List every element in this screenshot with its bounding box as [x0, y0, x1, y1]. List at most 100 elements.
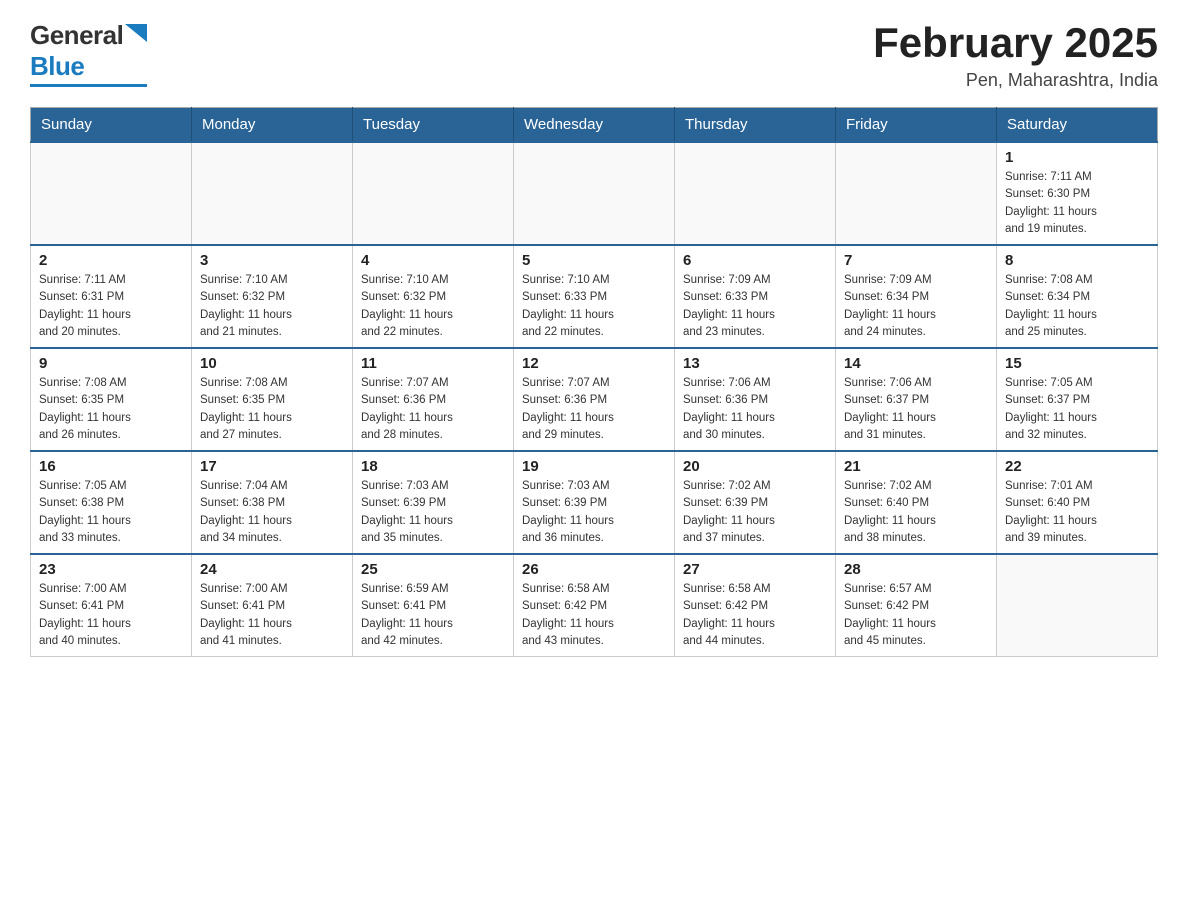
day-info: Sunrise: 7:02 AMSunset: 6:39 PMDaylight:…	[683, 478, 827, 547]
logo: General Blue	[30, 20, 147, 87]
calendar-cell: 6Sunrise: 7:09 AMSunset: 6:33 PMDaylight…	[675, 245, 836, 348]
calendar-table: SundayMondayTuesdayWednesdayThursdayFrid…	[30, 107, 1158, 657]
calendar-cell: 25 Sunrise: 6:59 AMSunset: 6:41 PMDayligh…	[353, 554, 514, 657]
day-number: 11	[361, 355, 505, 372]
week-row-1: 1 Sunrise: 7:11 AMSunset: 6:30 PMDaylight…	[31, 142, 1158, 245]
title-block: February 2025 Pen, Maharashtra, India	[873, 20, 1158, 91]
logo-underline	[30, 84, 147, 87]
day-info: Sunrise: 6:59 AMSunset: 6:41 PMDaylight:…	[361, 581, 505, 650]
calendar-cell: 8 Sunrise: 7:08 AMSunset: 6:34 PMDaylight…	[997, 245, 1158, 348]
day-number: 1	[1005, 149, 1149, 166]
day-info: Sunrise: 6:58 AMSunset: 6:42 PMDaylight:…	[683, 581, 827, 650]
day-info: Sunrise: 7:02 AMSunset: 6:40 PMDaylight:…	[844, 478, 988, 547]
day-info: Sunrise: 7:08 AMSunset: 6:34 PMDaylight:…	[1005, 272, 1149, 341]
day-number: 4	[361, 252, 505, 269]
weekday-header-wednesday: Wednesday	[514, 108, 675, 143]
day-number: 19	[522, 458, 666, 475]
day-number: 12	[522, 355, 666, 372]
day-number: 23	[39, 561, 183, 578]
calendar-cell: 22Sunrise: 7:01 AMSunset: 6:40 PMDayligh…	[997, 451, 1158, 554]
day-info: Sunrise: 7:06 AMSunset: 6:37 PMDaylight:…	[844, 375, 988, 444]
day-number: 22	[1005, 458, 1149, 475]
calendar-cell: 13 Sunrise: 7:06 AMSunset: 6:36 PMDayligh…	[675, 348, 836, 451]
day-number: 15	[1005, 355, 1149, 372]
day-number: 2	[39, 252, 183, 269]
weekday-header-friday: Friday	[836, 108, 997, 143]
week-row-4: 16 Sunrise: 7:05 AMSunset: 6:38 PMDayligh…	[31, 451, 1158, 554]
day-number: 24	[200, 561, 344, 578]
calendar-cell: 26 Sunrise: 6:58 AMSunset: 6:42 PMDayligh…	[514, 554, 675, 657]
day-number: 3	[200, 252, 344, 269]
calendar-cell: 27 Sunrise: 6:58 AMSunset: 6:42 PMDayligh…	[675, 554, 836, 657]
day-number: 5	[522, 252, 666, 269]
day-number: 8	[1005, 252, 1149, 269]
weekday-header-tuesday: Tuesday	[353, 108, 514, 143]
day-info: Sunrise: 7:03 AMSunset: 6:39 PMDaylight:…	[522, 478, 666, 547]
logo-general-text: General	[30, 20, 123, 51]
calendar-cell: 17Sunrise: 7:04 AMSunset: 6:38 PMDayligh…	[192, 451, 353, 554]
calendar-cell: 4 Sunrise: 7:10 AMSunset: 6:32 PMDaylight…	[353, 245, 514, 348]
day-number: 20	[683, 458, 827, 475]
day-number: 16	[39, 458, 183, 475]
day-info: Sunrise: 7:05 AMSunset: 6:37 PMDaylight:…	[1005, 375, 1149, 444]
weekday-header-row: SundayMondayTuesdayWednesdayThursdayFrid…	[31, 108, 1158, 143]
calendar-cell: 9Sunrise: 7:08 AMSunset: 6:35 PMDaylight…	[31, 348, 192, 451]
calendar-cell: 5 Sunrise: 7:10 AMSunset: 6:33 PMDaylight…	[514, 245, 675, 348]
weekday-header-saturday: Saturday	[997, 108, 1158, 143]
logo-triangle-icon	[125, 24, 147, 42]
calendar-cell	[675, 142, 836, 245]
calendar-cell	[997, 554, 1158, 657]
day-info: Sunrise: 6:58 AMSunset: 6:42 PMDaylight:…	[522, 581, 666, 650]
day-info: Sunrise: 7:10 AMSunset: 6:32 PMDaylight:…	[361, 272, 505, 341]
weekday-header-sunday: Sunday	[31, 108, 192, 143]
calendar-cell	[31, 142, 192, 245]
day-number: 27	[683, 561, 827, 578]
calendar-cell	[836, 142, 997, 245]
day-info: Sunrise: 7:03 AMSunset: 6:39 PMDaylight:…	[361, 478, 505, 547]
week-row-2: 2 Sunrise: 7:11 AMSunset: 6:31 PMDaylight…	[31, 245, 1158, 348]
day-info: Sunrise: 7:05 AMSunset: 6:38 PMDaylight:…	[39, 478, 183, 547]
day-number: 9	[39, 355, 183, 372]
calendar-subtitle: Pen, Maharashtra, India	[873, 70, 1158, 91]
day-info: Sunrise: 7:07 AMSunset: 6:36 PMDaylight:…	[361, 375, 505, 444]
week-row-3: 9 Sunrise: 7:08 AMSunset: 6:35 PMDaylight…	[31, 348, 1158, 451]
day-number: 13	[683, 355, 827, 372]
calendar-cell: 1 Sunrise: 7:11 AMSunset: 6:30 PMDaylight…	[997, 142, 1158, 245]
day-number: 14	[844, 355, 988, 372]
day-info: Sunrise: 7:11 AMSunset: 6:30 PMDaylight:…	[1005, 169, 1149, 238]
calendar-cell: 10 Sunrise: 7:08 AMSunset: 6:35 PMDayligh…	[192, 348, 353, 451]
day-info: Sunrise: 7:10 AMSunset: 6:32 PMDaylight:…	[200, 272, 344, 341]
day-number: 21	[844, 458, 988, 475]
day-info: Sunrise: 7:00 AMSunset: 6:41 PMDaylight:…	[39, 581, 183, 650]
day-number: 10	[200, 355, 344, 372]
calendar-cell	[192, 142, 353, 245]
calendar-title: February 2025	[873, 20, 1158, 66]
calendar-cell	[514, 142, 675, 245]
weekday-header-monday: Monday	[192, 108, 353, 143]
day-info: Sunrise: 7:08 AMSunset: 6:35 PMDaylight:…	[200, 375, 344, 444]
calendar-cell: 3 Sunrise: 7:10 AMSunset: 6:32 PMDaylight…	[192, 245, 353, 348]
day-number: 26	[522, 561, 666, 578]
day-info: Sunrise: 7:06 AMSunset: 6:36 PMDaylight:…	[683, 375, 827, 444]
day-info: Sunrise: 7:11 AMSunset: 6:31 PMDaylight:…	[39, 272, 183, 341]
day-number: 25	[361, 561, 505, 578]
logo-blue-text: Blue	[30, 51, 84, 82]
day-number: 7	[844, 252, 988, 269]
day-info: Sunrise: 7:10 AMSunset: 6:33 PMDaylight:…	[522, 272, 666, 341]
calendar-cell: 20 Sunrise: 7:02 AMSunset: 6:39 PMDayligh…	[675, 451, 836, 554]
calendar-cell	[353, 142, 514, 245]
calendar-cell: 23 Sunrise: 7:00 AMSunset: 6:41 PMDayligh…	[31, 554, 192, 657]
calendar-cell: 18Sunrise: 7:03 AMSunset: 6:39 PMDayligh…	[353, 451, 514, 554]
week-row-5: 23 Sunrise: 7:00 AMSunset: 6:41 PMDayligh…	[31, 554, 1158, 657]
calendar-cell: 24 Sunrise: 7:00 AMSunset: 6:41 PMDayligh…	[192, 554, 353, 657]
day-info: Sunrise: 7:07 AMSunset: 6:36 PMDaylight:…	[522, 375, 666, 444]
calendar-cell: 19 Sunrise: 7:03 AMSunset: 6:39 PMDayligh…	[514, 451, 675, 554]
calendar-cell: 14 Sunrise: 7:06 AMSunset: 6:37 PMDayligh…	[836, 348, 997, 451]
calendar-cell: 2 Sunrise: 7:11 AMSunset: 6:31 PMDaylight…	[31, 245, 192, 348]
calendar-cell: 12 Sunrise: 7:07 AMSunset: 6:36 PMDayligh…	[514, 348, 675, 451]
day-info: Sunrise: 7:09 AMSunset: 6:33 PMDaylight:…	[683, 272, 827, 341]
calendar-cell: 7Sunrise: 7:09 AMSunset: 6:34 PMDaylight…	[836, 245, 997, 348]
day-info: Sunrise: 7:00 AMSunset: 6:41 PMDaylight:…	[200, 581, 344, 650]
calendar-cell: 28Sunrise: 6:57 AMSunset: 6:42 PMDayligh…	[836, 554, 997, 657]
calendar-cell: 11 Sunrise: 7:07 AMSunset: 6:36 PMDayligh…	[353, 348, 514, 451]
